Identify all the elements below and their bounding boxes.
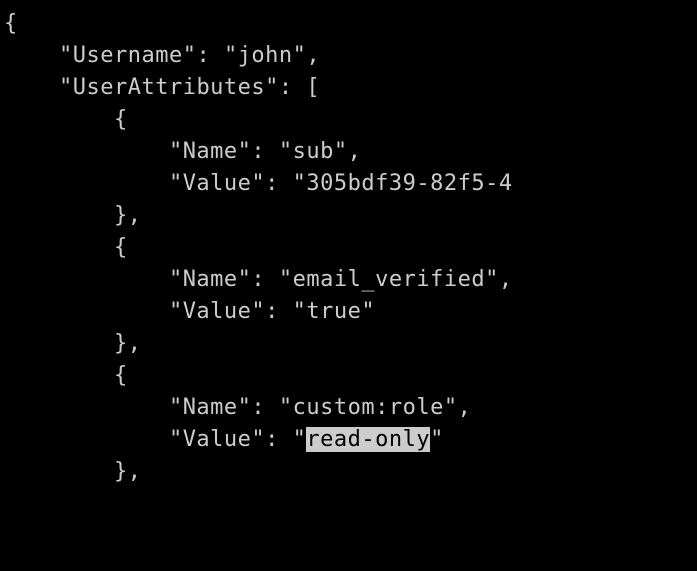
val-name-0: sub (293, 139, 334, 164)
val-username: john (238, 43, 293, 68)
val-name-2: custom:role (293, 395, 444, 420)
val-value-0: 305bdf39-82f5-4 (306, 171, 512, 196)
val-name-1: email_verified (293, 267, 485, 292)
key-name-0: Name (183, 139, 238, 164)
key-name-1: Name (183, 267, 238, 292)
val-value-1: true (306, 299, 361, 324)
key-userattributes: UserAttributes (73, 75, 265, 100)
key-name-2: Name (183, 395, 238, 420)
highlighted-selection: read-only (306, 427, 430, 452)
key-value-2: Value (183, 427, 252, 452)
key-value-0: Value (183, 171, 252, 196)
key-username: Username (73, 43, 183, 68)
json-code-block[interactable]: { "Username": "john", "UserAttributes": … (0, 0, 697, 496)
key-value-1: Value (183, 299, 252, 324)
